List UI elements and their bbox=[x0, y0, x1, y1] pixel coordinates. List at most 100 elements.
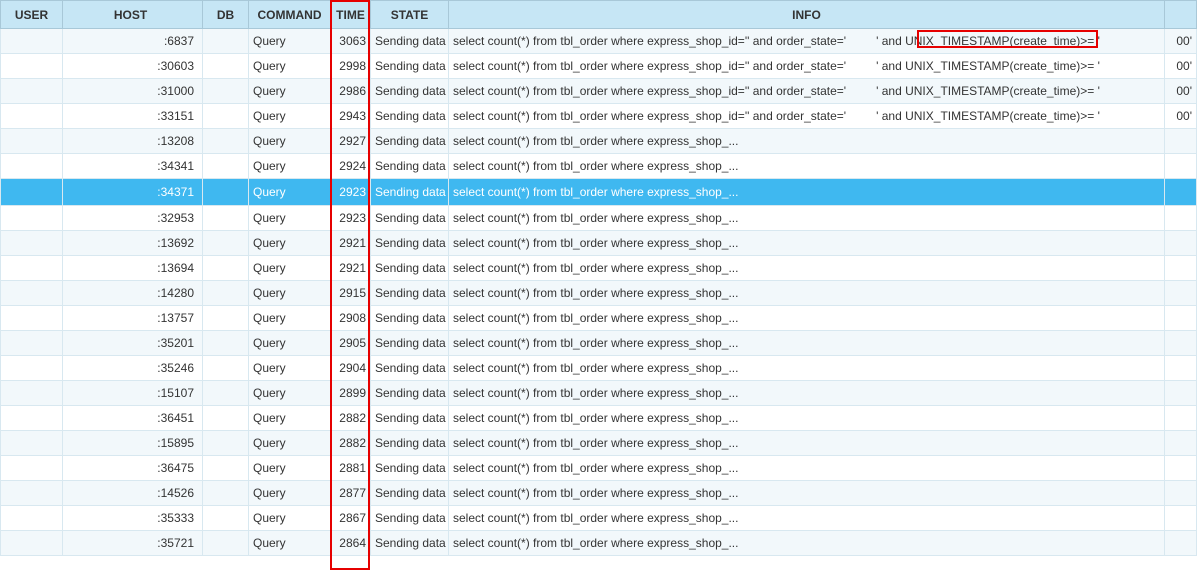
table-row[interactable]: :36451Query2882Sending dataselect count(… bbox=[1, 406, 1197, 431]
col-header-user[interactable]: USER bbox=[1, 1, 63, 29]
cell-host: :14526 bbox=[63, 481, 203, 506]
cell-tail bbox=[1165, 154, 1197, 179]
cell-state: Sending data bbox=[371, 531, 449, 556]
cell-host: :6837 bbox=[63, 29, 203, 54]
table-row[interactable]: :34341Query2924Sending dataselect count(… bbox=[1, 154, 1197, 179]
cell-command: Query bbox=[249, 104, 331, 129]
cell-command: Query bbox=[249, 381, 331, 406]
cell-command: Query bbox=[249, 506, 331, 531]
cell-state: Sending data bbox=[371, 129, 449, 154]
cell-tail bbox=[1165, 256, 1197, 281]
table-row[interactable]: :13694Query2921Sending dataselect count(… bbox=[1, 256, 1197, 281]
col-header-state[interactable]: STATE bbox=[371, 1, 449, 29]
cell-state: Sending data bbox=[371, 29, 449, 54]
cell-info: select count(*) from tbl_order where exp… bbox=[449, 481, 1165, 506]
cell-user bbox=[1, 129, 63, 154]
table-row[interactable]: :31000Query2986Sending dataselect count(… bbox=[1, 79, 1197, 104]
cell-user bbox=[1, 206, 63, 231]
col-header-db[interactable]: DB bbox=[203, 1, 249, 29]
cell-db bbox=[203, 356, 249, 381]
info-text: >= ' bbox=[1080, 59, 1100, 73]
table-row[interactable]: :13692Query2921Sending dataselect count(… bbox=[1, 231, 1197, 256]
cell-info: select count(*) from tbl_order where exp… bbox=[449, 506, 1165, 531]
cell-info: select count(*) from tbl_order where exp… bbox=[449, 431, 1165, 456]
table-row[interactable]: :15107Query2899Sending dataselect count(… bbox=[1, 381, 1197, 406]
col-header-time[interactable]: TIME bbox=[331, 1, 371, 29]
table-row[interactable]: :35721Query2864Sending dataselect count(… bbox=[1, 531, 1197, 556]
cell-info: select count(*) from tbl_order where exp… bbox=[449, 281, 1165, 306]
info-unix-timestamp: UNIX_TIMESTAMP(create_time) bbox=[905, 59, 1080, 73]
table-row[interactable]: :35333Query2867Sending dataselect count(… bbox=[1, 506, 1197, 531]
table-row[interactable]: :36475Query2881Sending dataselect count(… bbox=[1, 456, 1197, 481]
cell-user bbox=[1, 481, 63, 506]
cell-time: 2904 bbox=[331, 356, 371, 381]
cell-user bbox=[1, 306, 63, 331]
cell-info: select count(*) from tbl_order where exp… bbox=[449, 456, 1165, 481]
info-unix-timestamp: UNIX_TIMESTAMP(create_time) bbox=[905, 109, 1080, 123]
cell-state: Sending data bbox=[371, 231, 449, 256]
cell-state: Sending data bbox=[371, 179, 449, 206]
cell-tail bbox=[1165, 381, 1197, 406]
cell-tail bbox=[1165, 179, 1197, 206]
cell-host: :13757 bbox=[63, 306, 203, 331]
cell-info: select count(*) from tbl_order where exp… bbox=[449, 531, 1165, 556]
table-row[interactable]: :32953Query2923Sending dataselect count(… bbox=[1, 206, 1197, 231]
info-text: select count(*) from tbl_order where exp… bbox=[453, 109, 846, 123]
table-row[interactable]: :14280Query2915Sending dataselect count(… bbox=[1, 281, 1197, 306]
cell-host: :35246 bbox=[63, 356, 203, 381]
info-text: >= ' bbox=[1080, 84, 1100, 98]
cell-state: Sending data bbox=[371, 54, 449, 79]
info-text: >= ' bbox=[1080, 109, 1100, 123]
table-row[interactable]: :34371Query2923Sending dataselect count(… bbox=[1, 179, 1197, 206]
cell-state: Sending data bbox=[371, 331, 449, 356]
cell-state: Sending data bbox=[371, 456, 449, 481]
table-row[interactable]: :13757Query2908Sending dataselect count(… bbox=[1, 306, 1197, 331]
table-row[interactable]: :13208Query2927Sending dataselect count(… bbox=[1, 129, 1197, 154]
table-row[interactable]: :35246Query2904Sending dataselect count(… bbox=[1, 356, 1197, 381]
process-list-table: USER HOST DB COMMAND TIME STATE INFO :68… bbox=[0, 0, 1197, 556]
col-header-command[interactable]: COMMAND bbox=[249, 1, 331, 29]
cell-info: select count(*) from tbl_order where exp… bbox=[449, 154, 1165, 179]
cell-host: :13694 bbox=[63, 256, 203, 281]
cell-user bbox=[1, 231, 63, 256]
table-row[interactable]: :33151Query2943Sending dataselect count(… bbox=[1, 104, 1197, 129]
cell-time: 2877 bbox=[331, 481, 371, 506]
cell-host: :13208 bbox=[63, 129, 203, 154]
cell-state: Sending data bbox=[371, 506, 449, 531]
col-header-info[interactable]: INFO bbox=[449, 1, 1165, 29]
cell-time: 2867 bbox=[331, 506, 371, 531]
table-row[interactable]: :6837Query3063Sending dataselect count(*… bbox=[1, 29, 1197, 54]
cell-command: Query bbox=[249, 306, 331, 331]
cell-db bbox=[203, 381, 249, 406]
cell-host: :15107 bbox=[63, 381, 203, 406]
cell-tail bbox=[1165, 456, 1197, 481]
cell-db bbox=[203, 256, 249, 281]
cell-host: :35721 bbox=[63, 531, 203, 556]
selection-marker-icon bbox=[5, 184, 11, 200]
cell-user bbox=[1, 381, 63, 406]
info-text: select count(*) from tbl_order where exp… bbox=[453, 34, 846, 48]
table-row[interactable]: :14526Query2877Sending dataselect count(… bbox=[1, 481, 1197, 506]
cell-db bbox=[203, 231, 249, 256]
cell-tail bbox=[1165, 331, 1197, 356]
cell-state: Sending data bbox=[371, 79, 449, 104]
cell-state: Sending data bbox=[371, 381, 449, 406]
cell-info: select count(*) from tbl_order where exp… bbox=[449, 356, 1165, 381]
cell-time: 2923 bbox=[331, 179, 371, 206]
cell-state: Sending data bbox=[371, 306, 449, 331]
table-row[interactable]: :15895Query2882Sending dataselect count(… bbox=[1, 431, 1197, 456]
table-row[interactable]: :35201Query2905Sending dataselect count(… bbox=[1, 331, 1197, 356]
info-text: select count(*) from tbl_order where exp… bbox=[453, 59, 846, 73]
cell-time: 2908 bbox=[331, 306, 371, 331]
cell-command: Query bbox=[249, 231, 331, 256]
cell-time: 2864 bbox=[331, 531, 371, 556]
table-row[interactable]: :30603Query2998Sending dataselect count(… bbox=[1, 54, 1197, 79]
col-header-host[interactable]: HOST bbox=[63, 1, 203, 29]
cell-user bbox=[1, 154, 63, 179]
cell-tail: 00' bbox=[1165, 104, 1197, 129]
cell-user bbox=[1, 179, 63, 206]
cell-tail: 00' bbox=[1165, 29, 1197, 54]
cell-command: Query bbox=[249, 256, 331, 281]
cell-db bbox=[203, 406, 249, 431]
cell-tail bbox=[1165, 356, 1197, 381]
